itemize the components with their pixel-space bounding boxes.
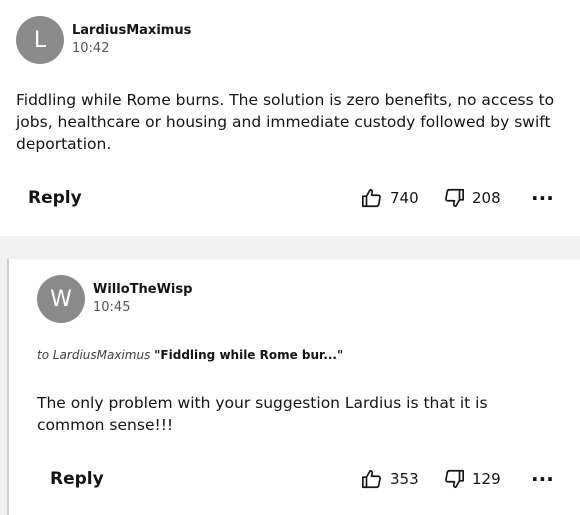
reply-button[interactable]: Reply	[28, 188, 82, 208]
dislike-count: 208	[472, 189, 501, 207]
thumbs-up-icon	[362, 469, 381, 489]
more-options-button[interactable]: ···	[531, 464, 554, 494]
dislike-count: 129	[472, 470, 501, 488]
comment-meta: WilloTheWisp 10:45	[93, 281, 192, 317]
comment-meta: LardiusMaximus 10:42	[72, 22, 191, 58]
like-count: 740	[390, 189, 419, 207]
avatar[interactable]: L	[16, 16, 64, 64]
comment-header: L LardiusMaximus 10:42	[16, 16, 191, 64]
comment-body: The only problem with your suggestion La…	[37, 394, 488, 434]
timestamp: 10:42	[72, 41, 110, 56]
username[interactable]: LardiusMaximus	[72, 22, 191, 40]
reply-to-user[interactable]: to LardiusMaximus	[37, 348, 150, 362]
more-options-icon: ···	[531, 467, 554, 491]
like-button[interactable]: 740	[361, 183, 419, 213]
reply-thread: W WilloTheWisp 10:45 to LardiusMaximus "…	[0, 259, 580, 515]
reply-button[interactable]: Reply	[50, 469, 104, 489]
thumbs-up-icon	[362, 188, 381, 208]
comment-separator	[0, 236, 580, 259]
comment-body: Fiddling while Rome burns. The solution …	[16, 91, 555, 153]
thumbs-down-icon	[445, 469, 464, 489]
reply-context: to LardiusMaximus "Fiddling while Rome b…	[37, 348, 343, 362]
comment: W WilloTheWisp 10:45 to LardiusMaximus "…	[7, 259, 580, 515]
comment-header: W WilloTheWisp 10:45	[37, 275, 192, 323]
like-button[interactable]: 353	[361, 464, 419, 494]
username[interactable]: WilloTheWisp	[93, 281, 192, 299]
comment-actions: Reply 353 129 ···	[9, 464, 580, 494]
like-count: 353	[390, 470, 419, 488]
dislike-button[interactable]: 129	[443, 464, 501, 494]
more-options-icon: ···	[531, 186, 554, 210]
avatar[interactable]: W	[37, 275, 85, 323]
more-options-button[interactable]: ···	[531, 183, 554, 213]
comment-actions: Reply 740 208 ···	[0, 183, 580, 213]
dislike-button[interactable]: 208	[443, 183, 501, 213]
comment: L LardiusMaximus 10:42 Fiddling while Ro…	[0, 0, 580, 236]
timestamp: 10:45	[93, 300, 131, 315]
reply-to-quote[interactable]: "Fiddling while Rome bur..."	[154, 348, 343, 362]
thumbs-down-icon	[445, 188, 464, 208]
